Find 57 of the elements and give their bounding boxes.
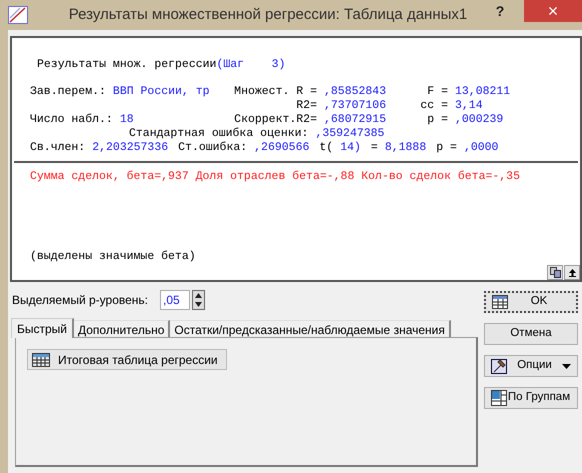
stat-label: Стандартная ошибка оценки: bbox=[129, 127, 308, 141]
stat-label: Число набл.: bbox=[30, 113, 113, 127]
stat-value: 14) bbox=[340, 141, 361, 155]
stat-value: ,000239 bbox=[455, 113, 504, 127]
down-arrow-icon bbox=[193, 300, 204, 309]
tab[interactable]: Дополнительно bbox=[74, 320, 170, 337]
beta-summary: Сумма сделок, бета=,937 Доля отраслев бета=-,88 Кол-во сделок бета=-,35 bbox=[30, 170, 521, 184]
stat-label: cc = bbox=[419, 99, 448, 113]
stat-label: p = bbox=[426, 113, 448, 127]
up-arrow-icon bbox=[193, 291, 204, 300]
up-arrow-icon bbox=[568, 268, 576, 276]
groups-button[interactable]: По Группам bbox=[484, 387, 578, 409]
stat-label: t( bbox=[319, 141, 334, 155]
stat-label: F = bbox=[426, 85, 448, 99]
cancel-button[interactable]: Отмена bbox=[484, 323, 578, 345]
stat-value: ,359247385 bbox=[315, 127, 384, 141]
p-level-field[interactable]: ,05 bbox=[160, 290, 190, 310]
table-icon bbox=[492, 295, 508, 309]
stat-value: ,85852843 bbox=[324, 85, 386, 99]
report-heading: Результаты множ. регрессии bbox=[37, 58, 216, 72]
grid-icon bbox=[491, 390, 507, 406]
dropdown-arrow-icon bbox=[562, 364, 571, 368]
options-button[interactable]: Опции bbox=[484, 355, 578, 377]
stat-label: = bbox=[370, 141, 378, 155]
copy-button[interactable] bbox=[547, 265, 563, 280]
stat-label: Множест. R = bbox=[233, 85, 317, 99]
step-label: (Шаг 3) bbox=[216, 58, 286, 72]
stat-value: ВВП России, тр bbox=[112, 85, 210, 99]
stat-label: R2= bbox=[295, 99, 317, 113]
stat-value: ,68072915 bbox=[324, 113, 386, 127]
ok-button[interactable]: OK bbox=[484, 291, 578, 313]
help-button[interactable]: ? bbox=[488, 0, 512, 22]
stat-value: 2,203257336 bbox=[92, 141, 168, 155]
tab[interactable]: Остатки/предсказанные/наблюдаемые значения bbox=[170, 320, 451, 337]
close-button[interactable]: × bbox=[524, 0, 582, 22]
copy-icon bbox=[550, 267, 560, 278]
stat-value: ,0000 bbox=[464, 141, 498, 155]
summary-table-button[interactable]: Итоговая таблица регрессии bbox=[27, 349, 227, 370]
stat-value: ,2690566 bbox=[254, 141, 310, 155]
stat-label: Скоррект.R2= bbox=[233, 113, 317, 127]
significance-note: (выделены значимые бета) bbox=[30, 250, 197, 264]
app-icon bbox=[8, 6, 28, 24]
stat-label: Ст.ошибка: bbox=[178, 141, 248, 155]
stat-value: 18 bbox=[120, 113, 134, 127]
stat-label: p = bbox=[436, 141, 457, 155]
stat-label: Зав.перем.: bbox=[30, 85, 106, 99]
scroll-top-button[interactable] bbox=[564, 265, 580, 280]
stat-value: 13,08211 bbox=[455, 85, 510, 99]
stat-value: 3,14 bbox=[455, 99, 483, 113]
tab[interactable]: Быстрый bbox=[11, 318, 74, 338]
stat-label: Св.член: bbox=[30, 141, 86, 155]
spin-buttons[interactable] bbox=[192, 290, 205, 310]
p-level-label: Выделяемый р-уровень: bbox=[12, 292, 150, 309]
hammer-icon bbox=[491, 358, 507, 374]
stat-value: 8,1888 bbox=[384, 141, 426, 155]
stat-value: ,73707106 bbox=[324, 99, 386, 113]
window-title: Результаты множественной регрессии: Таблица данных1 bbox=[68, 4, 468, 25]
